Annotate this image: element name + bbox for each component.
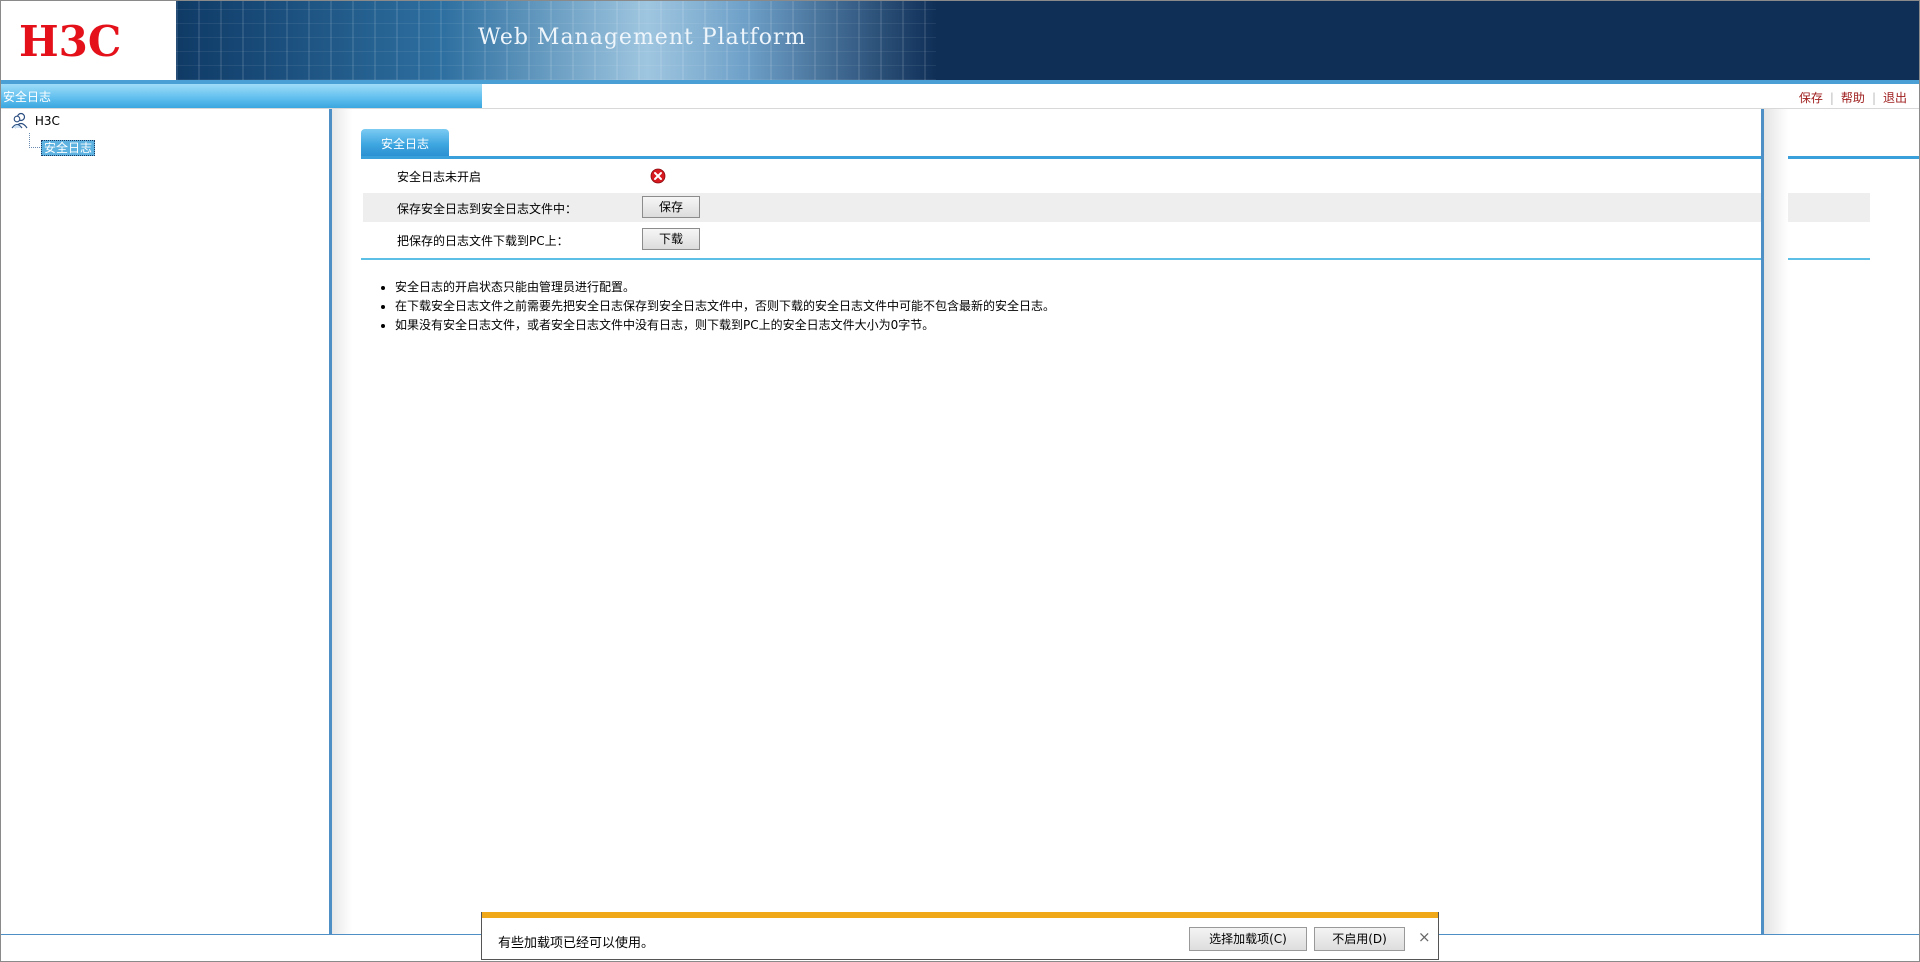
link-separator: | bbox=[1829, 91, 1834, 105]
save-log-button[interactable]: 保存 bbox=[642, 196, 700, 218]
save-row: 保存安全日志到安全日志文件中： 保存 bbox=[363, 193, 1870, 222]
main-content: 安全日志 安全日志未开启 保存安全日志到安全日志文件中： 保存 把保存的日志文件… bbox=[332, 109, 1919, 934]
note-item: 如果没有安全日志文件，或者安全日志文件中没有日志，则下载到PC上的安全日志文件大… bbox=[395, 316, 1595, 335]
choose-addons-button[interactable]: 选择加载项(C) bbox=[1189, 927, 1307, 951]
save-link[interactable]: 保存 bbox=[1799, 91, 1823, 105]
error-icon bbox=[650, 168, 666, 184]
content-shadow-left bbox=[332, 109, 352, 934]
logo-box: H3C bbox=[1, 1, 176, 80]
svg-text:H3C: H3C bbox=[19, 18, 121, 62]
tab-underline bbox=[361, 156, 1919, 159]
tree-connector bbox=[29, 133, 40, 148]
download-row: 把保存的日志文件下载到PC上： 下载 bbox=[363, 225, 1870, 254]
status-label: 安全日志未开启 bbox=[397, 170, 482, 184]
link-separator: | bbox=[1871, 91, 1876, 105]
user-group-icon bbox=[11, 112, 28, 129]
tree-root-label: H3C bbox=[34, 114, 60, 128]
tab-security-log[interactable]: 安全日志 bbox=[361, 129, 449, 157]
notification-accent bbox=[482, 912, 1438, 918]
download-row-label: 把保存的日志文件下载到PC上： bbox=[397, 234, 569, 248]
disable-addons-button[interactable]: 不启用(D) bbox=[1314, 927, 1405, 951]
notification-message: 有些加载项已经可以使用。 bbox=[498, 936, 655, 951]
note-item: 在下载安全日志文件之前需要先把安全日志保存到安全日志文件中，否则下载的安全日志文… bbox=[395, 297, 1595, 316]
note-item: 安全日志的开启状态只能由管理员进行配置。 bbox=[395, 278, 1595, 297]
page-title: 安全日志 bbox=[3, 90, 52, 104]
sidebar-item-security-log[interactable]: 安全日志 bbox=[41, 140, 96, 156]
addon-notification-bar: 有些加载项已经可以使用。 选择加载项(C) 不启用(D) × bbox=[481, 912, 1439, 960]
content-shadow-right bbox=[1764, 109, 1788, 934]
sidebar-nav-tree: H3C 安全日志 bbox=[1, 109, 332, 934]
status-row: 安全日志未开启 bbox=[363, 161, 1870, 190]
download-log-button[interactable]: 下载 bbox=[642, 228, 700, 250]
platform-title: Web Management Platform bbox=[478, 25, 807, 50]
title-bar: 安全日志 保存 | 帮助 | 退出 bbox=[1, 84, 1919, 109]
notes-list: 安全日志的开启状态只能由管理员进行配置。 在下载安全日志文件之前需要先把安全日志… bbox=[361, 278, 1595, 335]
help-link[interactable]: 帮助 bbox=[1841, 91, 1865, 105]
page-title-bar: 安全日志 bbox=[1, 84, 482, 108]
top-links: 保存 | 帮助 | 退出 bbox=[1799, 89, 1907, 106]
save-row-label: 保存安全日志到安全日志文件中： bbox=[397, 202, 578, 216]
banner-image: Web Management Platform bbox=[176, 1, 936, 80]
logout-link[interactable]: 退出 bbox=[1883, 91, 1907, 105]
header-banner: H3C Web Management Platform bbox=[1, 1, 1919, 80]
section-divider bbox=[361, 258, 1870, 260]
tree-root-h3c[interactable]: H3C bbox=[11, 112, 60, 132]
h3c-logo: H3C bbox=[19, 18, 121, 62]
close-icon[interactable]: × bbox=[1418, 928, 1431, 946]
